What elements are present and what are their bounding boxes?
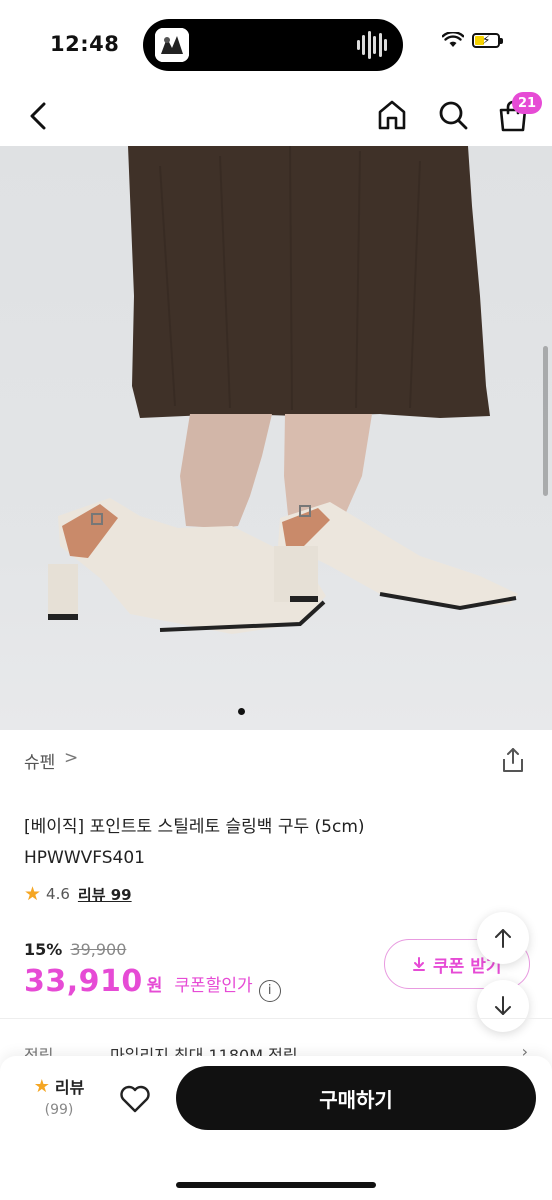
original-price: 39,900 <box>70 940 127 959</box>
gallery-page-dots <box>238 708 245 715</box>
product-code: HPWWVFS401 <box>24 848 146 868</box>
brand-link[interactable]: 슈펜 <box>24 748 55 773</box>
home-indicator <box>176 1182 376 1188</box>
now-playing-app-icon <box>155 28 189 62</box>
brand-row: 슈펜 > <box>24 744 528 776</box>
section-divider <box>0 1018 552 1019</box>
final-price: 33,910 <box>24 964 143 999</box>
bottom-action-bar: ★ 리뷰 (99) 구매하기 <box>0 1056 552 1200</box>
search-icon[interactable] <box>437 98 469 132</box>
share-icon[interactable] <box>500 746 526 774</box>
battery-charging-icon: ⚡ <box>472 32 503 48</box>
back-chevron-icon[interactable] <box>24 98 54 134</box>
review-link[interactable]: 리뷰 99 <box>78 884 132 905</box>
rating-row: ★ 4.6 리뷰 99 <box>24 882 132 906</box>
star-icon: ★ <box>33 1075 50 1097</box>
coupon-discount-label: 쿠폰할인가 <box>174 976 253 996</box>
gallery-dot-active <box>238 708 245 715</box>
rating-score: 4.6 <box>46 885 70 903</box>
heart-icon[interactable] <box>118 1082 152 1116</box>
audio-waveform-icon <box>357 31 387 59</box>
dynamic-island <box>143 19 403 71</box>
info-icon[interactable]: i <box>258 979 281 1002</box>
final-price-row: 33,910 원 쿠폰할인가 i <box>24 964 281 1002</box>
discount-row: 15% 39,900 <box>24 940 126 959</box>
bottom-review-label: 리뷰 <box>54 1078 85 1097</box>
product-image-gallery[interactable] <box>0 146 552 730</box>
product-title: [베이직] 포인트토 스틸레토 슬링백 구두 (5cm) HPWWVFS401 <box>24 812 528 874</box>
status-time: 12:48 <box>50 32 120 56</box>
buy-button[interactable]: 구매하기 <box>176 1066 536 1130</box>
page-scroll-indicator <box>543 346 548 496</box>
brand-chevron-icon: > <box>64 748 79 768</box>
discount-rate: 15% <box>24 940 63 959</box>
bottom-review-line: ★ 리뷰 <box>24 1074 94 1098</box>
bottom-review-button[interactable]: ★ 리뷰 (99) <box>24 1074 94 1119</box>
star-icon: ★ <box>24 883 42 905</box>
scroll-top-button[interactable] <box>477 912 529 964</box>
scroll-bottom-button[interactable] <box>477 980 529 1032</box>
currency-label: 원 <box>146 976 163 996</box>
product-name: [베이직] 포인트토 스틸레토 슬링백 구두 (5cm) <box>24 817 365 837</box>
arrow-down-icon <box>495 996 511 1015</box>
cart-count-badge: 21 <box>512 92 543 114</box>
arrow-up-icon <box>495 929 511 948</box>
top-nav-bar <box>0 92 552 146</box>
home-icon[interactable] <box>376 98 408 132</box>
wifi-icon <box>442 32 464 47</box>
status-bar: 12:48 ⚡ <box>0 0 552 92</box>
bottom-review-count: (99) <box>44 1102 74 1118</box>
status-icons: ⚡ <box>442 32 503 48</box>
product-photo <box>48 146 518 634</box>
download-icon <box>413 957 425 971</box>
